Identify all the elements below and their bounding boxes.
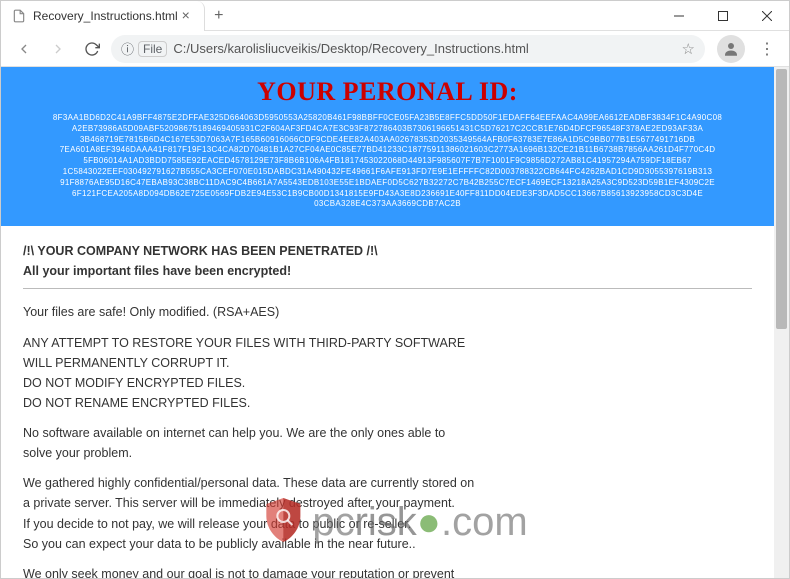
paragraph-line: DO NOT MODIFY ENCRYPTED FILES. bbox=[23, 374, 752, 392]
ransom-body: /!\ YOUR COMPANY NETWORK HAS BEEN PENETR… bbox=[1, 226, 774, 578]
heading-line: All your important files have been encry… bbox=[23, 262, 752, 280]
paragraph-line: WILL PERMANENTLY CORRUPT IT. bbox=[23, 354, 752, 372]
browser-toolbar: ⓘ File C:/Users/karolisliucveikis/Deskto… bbox=[1, 31, 789, 67]
titlebar: Recovery_Instructions.html × + bbox=[1, 1, 789, 31]
maximize-button[interactable] bbox=[701, 1, 745, 31]
info-icon[interactable]: ⓘ bbox=[121, 39, 134, 58]
new-tab-button[interactable]: + bbox=[205, 7, 233, 25]
browser-tab[interactable]: Recovery_Instructions.html × bbox=[1, 1, 205, 31]
tab-close-icon[interactable]: × bbox=[178, 8, 194, 24]
id-line: 7EA601A8EF3946DAAA41F817F19F13C4CA82D704… bbox=[13, 145, 762, 156]
paragraph: Your files are safe! Only modified. (RSA… bbox=[23, 303, 752, 321]
back-button[interactable] bbox=[9, 34, 39, 64]
paragraph-line: DO NOT RENAME ENCRYPTED FILES. bbox=[23, 394, 752, 412]
tab-title: Recovery_Instructions.html bbox=[33, 9, 178, 23]
banner-title: YOUR PERONAL ID: bbox=[9, 77, 766, 107]
paragraph-line: a private server. This server will be im… bbox=[23, 494, 752, 512]
vertical-scrollbar[interactable] bbox=[774, 67, 789, 578]
id-banner: YOUR PERONAL ID: 8F3AA1BD6D2C41A9BFF4875… bbox=[1, 67, 774, 226]
url-text: C:/Users/karolisliucveikis/Desktop/Recov… bbox=[173, 41, 528, 56]
address-bar[interactable]: ⓘ File C:/Users/karolisliucveikis/Deskto… bbox=[111, 35, 705, 63]
browser-window: Recovery_Instructions.html × + ⓘ bbox=[0, 0, 790, 579]
divider bbox=[23, 288, 752, 289]
personal-id-block: 8F3AA1BD6D2C41A9BFF4875E2DFFAE325D664063… bbox=[9, 113, 766, 210]
paragraph-line: We only seek money and our goal is not t… bbox=[23, 565, 752, 578]
page-content: YOUR PERONAL ID: 8F3AA1BD6D2C41A9BFF4875… bbox=[1, 67, 774, 578]
forward-button[interactable] bbox=[43, 34, 73, 64]
viewport: YOUR PERONAL ID: 8F3AA1BD6D2C41A9BFF4875… bbox=[1, 67, 789, 578]
paragraph-line: If you decide to not pay, we will releas… bbox=[23, 515, 752, 533]
paragraph-line: ANY ATTEMPT TO RESTORE YOUR FILES WITH T… bbox=[23, 334, 752, 352]
id-line: A2EB73986A5D09ABF52098675189469405931C2F… bbox=[13, 124, 762, 135]
id-line: 5FB06014A1AD3BDD7585E92EACED4578129E73F8… bbox=[13, 156, 762, 167]
id-line: 6F121FCEA205A8D094DB62E725E0569FDB2E94E5… bbox=[13, 189, 762, 200]
window-close-button[interactable] bbox=[745, 1, 789, 31]
minimize-button[interactable] bbox=[657, 1, 701, 31]
bookmark-icon[interactable]: ☆ bbox=[682, 40, 695, 58]
id-line: 3B468719E7815B6D4C167E53D7063A7F165B6091… bbox=[13, 135, 762, 146]
id-line: 03CBA328E4C373AA3669CDB7AC2B bbox=[13, 199, 762, 210]
paragraph-line: solve your problem. bbox=[23, 444, 752, 462]
profile-avatar[interactable] bbox=[717, 35, 745, 63]
window-controls bbox=[657, 1, 789, 31]
menu-button[interactable]: ⋮ bbox=[753, 39, 781, 59]
paragraph-line: We gathered highly confidential/personal… bbox=[23, 474, 752, 492]
id-line: 8F3AA1BD6D2C41A9BFF4875E2DFFAE325D664063… bbox=[13, 113, 762, 124]
reload-button[interactable] bbox=[77, 34, 107, 64]
url-scheme-chip: File bbox=[138, 41, 167, 57]
file-icon bbox=[11, 8, 27, 24]
id-line: 91F8876AE95D16C47EBAB93C38BC11DAC9C4B661… bbox=[13, 178, 762, 189]
heading-line: /!\ YOUR COMPANY NETWORK HAS BEEN PENETR… bbox=[23, 242, 752, 260]
paragraph-line: So you can expect your data to be public… bbox=[23, 535, 752, 553]
paragraph-line: No software available on internet can he… bbox=[23, 424, 752, 442]
scroll-thumb[interactable] bbox=[776, 69, 787, 329]
id-line: 1C5843022EEF030492791627B555CA3CEF070E01… bbox=[13, 167, 762, 178]
